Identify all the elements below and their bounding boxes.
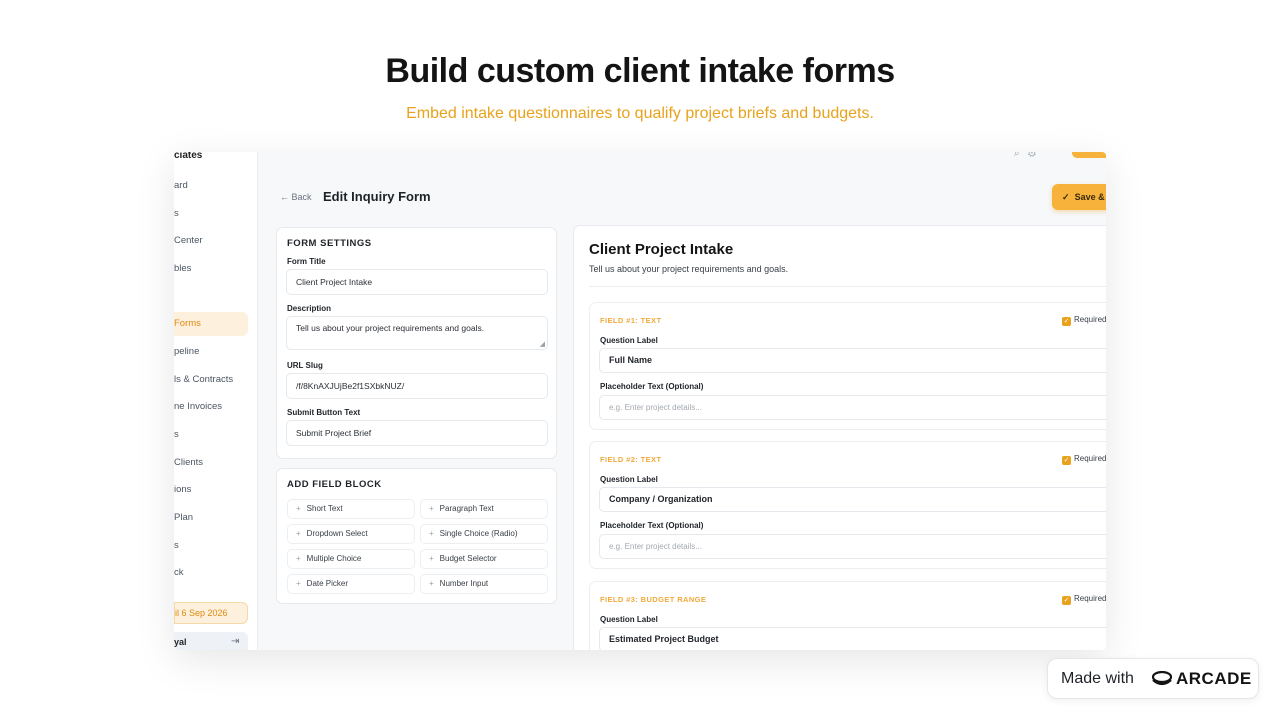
checkbox-checked-icon: ✓ [1062, 317, 1071, 326]
required-checkbox[interactable]: ✓ Required [1062, 454, 1106, 465]
sidebar-item-clients[interactable]: Clients [174, 451, 248, 475]
submit-text-label: Submit Button Text [287, 408, 361, 417]
preview-description: Tell us about your project requirements … [589, 264, 789, 274]
add-dropdown-select-button[interactable]: + Dropdown Select [287, 524, 415, 544]
made-with-arcade-badge[interactable]: Made with ARCADE [1047, 658, 1259, 699]
trial-badge: il 6 Sep 2026 [174, 602, 248, 624]
made-with-label: Made with [1061, 670, 1134, 687]
description-value: Tell us about your project requirements … [296, 323, 485, 333]
plus-icon: + [296, 579, 301, 588]
plus-icon: + [296, 554, 301, 563]
preview-title: Client Project Intake [589, 241, 734, 258]
plus-icon: + [429, 579, 434, 588]
field-block-2: FIELD #2: TEXT ✓ Required Question Label … [589, 441, 1106, 569]
sidebar-brand: ciates [174, 152, 203, 161]
add-short-text-button[interactable]: + Short Text [287, 499, 415, 519]
required-checkbox[interactable]: ✓ Required [1062, 594, 1106, 605]
field-tag: FIELD #3: BUDGET RANGE [600, 595, 707, 604]
sidebar-item-proposals[interactable]: ls & Contracts [174, 368, 248, 392]
field-tag: FIELD #1: TEXT [600, 316, 662, 325]
question-label: Question Label [600, 336, 658, 345]
add-single-choice-button[interactable]: + Single Choice (Radio) [420, 524, 548, 544]
sidebar-item-dashboard[interactable]: ard [174, 174, 248, 198]
field-block-3: FIELD #3: BUDGET RANGE ✓ Required Questio… [589, 581, 1106, 650]
sidebar-item-integrations[interactable]: ions [174, 478, 248, 502]
sidebar-item-tables[interactable]: bles [174, 257, 248, 281]
description-label: Description [287, 304, 332, 313]
sidebar-item-invoices[interactable]: ne Invoices [174, 395, 248, 419]
form-preview-card: Client Project Intake Tell us about your… [573, 225, 1106, 650]
plus-icon: + [429, 529, 434, 538]
sidebar-item-pipeline[interactable]: peline [174, 340, 248, 364]
form-title-label: Form Title [287, 257, 326, 266]
add-multiple-choice-button[interactable]: + Multiple Choice [287, 549, 415, 569]
sidebar-item-feedback[interactable]: ck [174, 561, 248, 585]
description-textarea[interactable]: Tell us about your project requirements … [286, 316, 548, 350]
submit-text-input[interactable]: Submit Project Brief [286, 420, 548, 446]
checkbox-checked-icon: ✓ [1062, 596, 1071, 605]
resize-handle-icon[interactable]: ◢ [540, 341, 545, 348]
arcade-brand-name: ARCADE [1176, 669, 1252, 688]
logout-icon[interactable]: ⇥ [231, 636, 239, 647]
add-field-block-title: ADD FIELD BLOCK [287, 479, 382, 490]
arcade-logo-icon [1152, 671, 1172, 686]
placeholder-label: Placeholder Text (Optional) [600, 521, 704, 530]
add-paragraph-text-button[interactable]: + Paragraph Text [420, 499, 548, 519]
save-button[interactable]: ✓ Save & [1052, 184, 1106, 210]
question-label-input[interactable]: Full Name [599, 348, 1106, 373]
field-block-1: FIELD #1: TEXT ✓ Required Question Label … [589, 302, 1106, 430]
checkbox-checked-icon: ✓ [1062, 456, 1071, 465]
question-label: Question Label [600, 615, 658, 624]
hero-title: Build custom client intake forms [385, 52, 895, 90]
sidebar-item-forms[interactable]: Forms [174, 312, 248, 336]
plus-icon: + [296, 529, 301, 538]
sidebar-item-s[interactable]: s [174, 423, 248, 447]
placeholder-label: Placeholder Text (Optional) [600, 382, 704, 391]
sidebar-item-blank[interactable] [174, 285, 248, 309]
save-button-label: Save & [1074, 192, 1105, 202]
add-field-block-card: ADD FIELD BLOCK + Short Text + Paragraph T… [276, 468, 557, 604]
add-date-picker-button[interactable]: + Date Picker [287, 574, 415, 594]
app-screenshot: ciates ard s Center bles Forms peline ls… [174, 152, 1106, 650]
required-checkbox[interactable]: ✓ Required [1062, 315, 1106, 326]
placeholder-input[interactable]: e.g. Enter project details... [599, 534, 1106, 559]
sidebar: ciates ard s Center bles Forms peline ls… [174, 152, 258, 650]
add-number-input-button[interactable]: + Number Input [420, 574, 548, 594]
form-settings-title: FORM SETTINGS [287, 238, 372, 249]
plus-icon: + [429, 554, 434, 563]
url-slug-input[interactable]: /f/8KnAXJUjBe2f1SXbkNUZ/ [286, 373, 548, 399]
question-label: Question Label [600, 475, 658, 484]
sidebar-item-projects[interactable]: s [174, 202, 248, 226]
page-title: Edit Inquiry Form [323, 189, 431, 204]
back-link[interactable]: ← Back [280, 192, 312, 202]
hero-subtitle: Embed intake questionnaires to qualify p… [406, 105, 874, 122]
plus-icon: + [429, 504, 434, 513]
url-slug-label: URL Slug [287, 361, 323, 370]
sidebar-item-plan[interactable]: Plan [174, 506, 248, 530]
preview-divider [589, 286, 1106, 287]
form-title-input[interactable]: Client Project Intake [286, 269, 548, 295]
field-tag: FIELD #2: TEXT [600, 455, 662, 464]
plus-icon: + [296, 504, 301, 513]
add-budget-selector-button[interactable]: + Budget Selector [420, 549, 548, 569]
topbar-icons[interactable]: ⌕ ⚙ [1014, 152, 1036, 159]
question-label-input[interactable]: Company / Organization [599, 487, 1106, 512]
check-icon: ✓ [1062, 192, 1070, 202]
sidebar-item-center[interactable]: Center [174, 229, 248, 253]
topbar-button[interactable] [1072, 152, 1106, 158]
question-label-input[interactable]: Estimated Project Budget [599, 627, 1106, 650]
placeholder-input[interactable]: e.g. Enter project details... [599, 395, 1106, 420]
form-settings-card: FORM SETTINGS Form Title Client Project … [276, 227, 557, 459]
sidebar-item-settings[interactable]: s [174, 534, 248, 558]
